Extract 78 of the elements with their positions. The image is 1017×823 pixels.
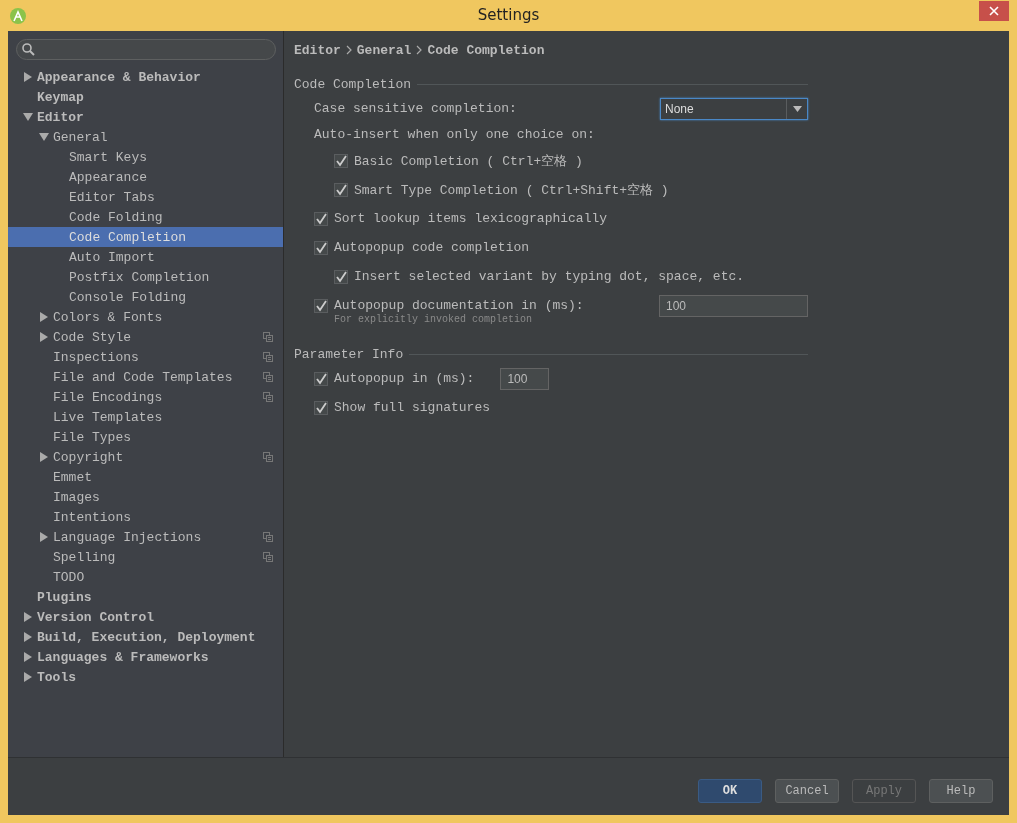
tree-item[interactable]: Appearance [8,167,283,187]
tree-item[interactable]: Inspections [8,347,283,367]
checkmark-icon [315,241,327,254]
option-label: Auto-insert when only one choice on: [314,127,595,142]
checkmark-icon [335,183,347,196]
tree-item[interactable]: File Types [8,427,283,447]
tree-item[interactable]: Version Control [8,607,283,627]
breadcrumb-item[interactable]: General [356,42,412,58]
checkmark-icon [315,372,327,385]
tree-item[interactable]: Images [8,487,283,507]
tree-item[interactable]: Emmet [8,467,283,487]
chevron-icon [415,45,424,55]
tree-item[interactable]: Spelling [8,547,283,567]
breadcrumb-item[interactable]: Editor [294,42,341,58]
tree-item[interactable]: File and Code Templates [8,367,283,387]
tree-item[interactable]: Code Folding [8,207,283,227]
dialog-button[interactable]: Help [929,778,993,803]
dialog-button[interactable]: Cancel [775,778,839,803]
tree-item[interactable]: Postfix Completion [8,267,283,287]
tree-item[interactable]: Keymap [8,87,283,107]
checkbox-label: Autopopup code completion [334,240,530,255]
tree-item[interactable]: Code Completion [8,227,283,247]
tree-item[interactable]: Appearance & Behavior [8,67,283,87]
tree-item[interactable]: Language Injections [8,527,283,547]
checkbox-label: Smart Type Completion ( Ctrl+Shift+空格 ) [354,181,669,199]
tree-item[interactable]: TODO [8,567,283,587]
checkbox[interactable] [314,211,328,226]
checkbox-label: Autopopup in (ms): [334,371,475,386]
search-field[interactable] [16,39,276,60]
checkmark-icon [335,154,347,167]
tree-item[interactable]: Copyright [8,447,283,467]
checkbox-label: Show full signatures [334,400,491,415]
tree-item[interactable]: Code Style [8,327,283,347]
checkbox[interactable] [314,371,328,386]
tree-item[interactable]: Console Folding [8,287,283,307]
search-icon [22,43,35,56]
number-field[interactable]: 100 [500,367,550,390]
tree-item[interactable]: Editor [8,107,283,127]
checkbox-label: Basic Completion ( Ctrl+空格 ) [354,152,583,170]
tree-item[interactable]: Auto Import [8,247,283,267]
tree-item[interactable]: Plugins [8,587,283,607]
number-field[interactable]: 100 [659,294,808,317]
checkbox[interactable] [334,182,348,197]
checkmark-icon [335,270,347,283]
tree-item[interactable]: Editor Tabs [8,187,283,207]
app-icon [10,7,26,24]
tree-item[interactable]: Tools [8,667,283,687]
breadcrumb-item[interactable]: Code Completion [427,42,545,58]
checkmark-icon [315,299,327,312]
close-button[interactable] [979,1,1009,21]
chevron-icon [344,45,353,55]
dropdown[interactable]: None [660,97,808,120]
tree-item[interactable]: Colors & Fonts [8,307,283,327]
checkbox[interactable] [314,240,328,255]
checkbox[interactable] [334,269,348,284]
checkmark-icon [315,401,327,414]
caret-icon [792,105,802,112]
tree-item[interactable]: Languages & Frameworks [8,647,283,667]
checkbox[interactable] [334,153,348,168]
close-icon [989,6,999,16]
tree-item[interactable]: File Encodings [8,387,283,407]
dialog-button[interactable]: OK [698,778,762,803]
checkbox[interactable] [314,400,328,415]
checkbox-label: Insert selected variant by typing dot, space, etc. [354,269,745,284]
checkbox-label: Sort lookup items lexicographically [334,211,608,226]
tree-item[interactable]: Live Templates [8,407,283,427]
tree-item[interactable]: Build, Execution, Deployment [8,627,283,647]
hint-text: For explicitly invoked completion [334,314,533,325]
checkbox[interactable] [314,298,328,313]
tree-item[interactable]: Intentions [8,507,283,527]
checkmark-icon [315,212,327,225]
checkbox-label: Autopopup documentation in (ms): [334,298,584,313]
tree-item[interactable]: General [8,127,283,147]
section-title: Parameter Info [294,346,404,362]
section-title: Code Completion [294,76,412,92]
window-title: Settings [477,6,540,24]
tree-item[interactable]: Smart Keys [8,147,283,167]
field-label: Case sensitive completion: [314,101,517,116]
